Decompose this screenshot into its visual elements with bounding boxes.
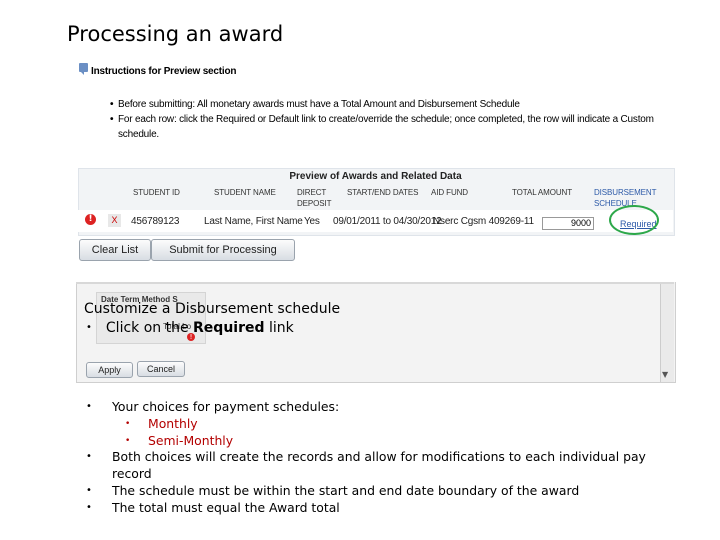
cell-direct-deposit: Yes <box>304 216 320 227</box>
cell-dates: 09/01/2011 to 04/30/2012 <box>333 216 442 227</box>
col-dates: START/END DATES <box>347 188 419 197</box>
scroll-down-icon[interactable]: ▼ <box>662 370 668 379</box>
bullet-icon: • <box>86 484 92 496</box>
total-amount-input[interactable]: 9000 <box>542 217 594 230</box>
list-subitem: • Monthly <box>86 416 686 433</box>
remove-row-button[interactable]: X <box>108 214 121 227</box>
list-item-text: The total must equal the Award total <box>112 499 340 515</box>
instructions-heading: Instructions for Preview section <box>91 66 237 77</box>
list-item-text: Both choices will create the records and… <box>112 449 646 482</box>
list-item-text: Your choices for payment schedules: <box>112 399 340 414</box>
highlight-circle <box>609 205 659 235</box>
cancel-button[interactable]: Cancel <box>137 361 185 377</box>
panel-divider <box>76 282 674 284</box>
col-deposit: DEPOSIT <box>297 199 332 208</box>
list-subitem-text: Monthly <box>148 415 198 431</box>
list-item: • The total must equal the Award total <box>86 500 686 517</box>
bullet-icon: • <box>125 418 131 429</box>
instructions-list: Before submitting: All monetary awards m… <box>110 97 670 140</box>
panel-scrollbar[interactable] <box>660 284 674 382</box>
cell-aid-fund: Nserc Cgsm 409269-11 <box>433 216 534 227</box>
bullet-icon: • <box>86 451 92 463</box>
notes-list: • Your choices for payment schedules: • Mo… <box>86 399 686 517</box>
error-icon: ! <box>85 214 96 225</box>
col-aid-fund: AID FUND <box>431 188 468 197</box>
page-title: Processing an award <box>67 22 284 46</box>
preview-title: Preview of Awards and Related Data <box>289 171 462 182</box>
col-student-name: STUDENT NAME <box>214 188 276 197</box>
overlay-text: link <box>264 320 294 336</box>
list-item-text: The schedule must be within the start an… <box>112 482 580 498</box>
list-subitem-text: Semi-Monthly <box>148 432 234 448</box>
cell-student-name: Last Name, First Name <box>204 216 303 227</box>
overlay-instruction: • Click on the Required link <box>86 320 294 336</box>
bullet-icon: • <box>86 322 92 333</box>
col-total-amount: TOTAL AMOUNT <box>512 188 572 197</box>
info-icon <box>79 63 88 75</box>
list-item: • Your choices for payment schedules: <box>86 399 686 416</box>
bullet-icon: • <box>86 501 92 513</box>
cell-student-id: 456789123 <box>131 216 180 227</box>
apply-button[interactable]: Apply <box>86 362 133 378</box>
list-subitem: • Semi-Monthly <box>86 433 686 450</box>
clear-list-button[interactable]: Clear List <box>79 239 151 261</box>
overlay-heading: Customize a Disbursement schedule <box>84 301 341 317</box>
bullet-icon: • <box>125 435 131 446</box>
overlay-text: Click on the <box>105 320 194 336</box>
col-student-id: STUDENT ID <box>133 188 180 197</box>
submit-button[interactable]: Submit for Processing <box>151 239 295 261</box>
bullet-icon: • <box>86 401 92 412</box>
instruction-item: For each row: click the Required or Defa… <box>110 112 670 140</box>
list-item: • The schedule must be within the start a… <box>86 483 686 500</box>
list-item: • Both choices will create the records an… <box>86 449 686 483</box>
instruction-item: Before submitting: All monetary awards m… <box>110 97 670 112</box>
overlay-bold-text: Required <box>193 320 265 336</box>
